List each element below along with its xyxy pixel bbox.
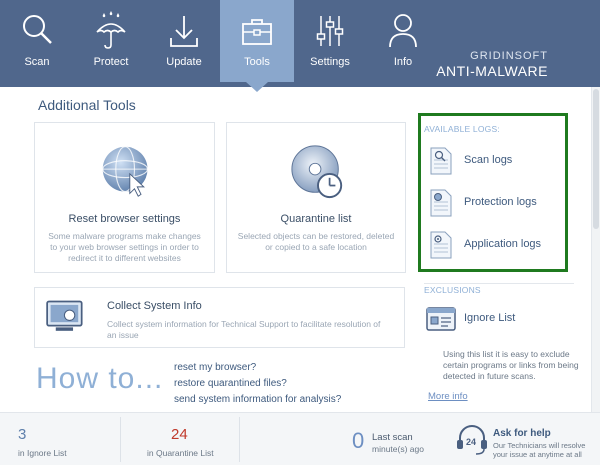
ignore-list-stat[interactable]: 3 in Ignore List	[0, 413, 120, 465]
ignore-list-label: Ignore List	[464, 312, 516, 324]
last-scan-title: Last scan	[372, 432, 413, 443]
quarantine-list-title: Quarantine list	[280, 213, 352, 225]
ask-for-help-desc: Our Technicians will resolve your issue …	[493, 441, 586, 459]
collect-system-info-card[interactable]: Collect System Info Collect system infor…	[34, 287, 405, 348]
monitor-icon	[46, 300, 83, 331]
application-logs-link[interactable]: Application logs	[430, 231, 560, 259]
last-scan-sub: minute(s) ago	[372, 444, 424, 454]
search-icon	[23, 15, 52, 44]
ask-for-help[interactable]: 24 Ask for help Our Technicians will res…	[455, 413, 595, 465]
nav-protect-label: Protect	[93, 56, 129, 68]
more-info-link[interactable]: More info	[428, 391, 468, 402]
quarantine-list-card[interactable]: Quarantine list Selected objects can be …	[226, 122, 406, 273]
brand-line-1: GRIDINSOFT	[470, 50, 548, 62]
exclusions-description: Using this list it is easy to exclude ce…	[443, 349, 579, 381]
ignore-list-icon	[426, 307, 456, 331]
nav-scan[interactable]: Scan	[0, 0, 74, 87]
log-document-icon	[430, 147, 452, 175]
nav-info-label: Info	[393, 56, 413, 68]
exclusions-heading: EXCLUSIONS	[424, 285, 481, 295]
nav-settings[interactable]: Settings	[293, 0, 367, 87]
nav-scan-label: Scan	[24, 56, 50, 68]
collect-system-info-title: Collect System Info	[107, 300, 202, 312]
scan-logs-link[interactable]: Scan logs	[430, 147, 560, 175]
quarantine-count: 24	[171, 426, 188, 443]
application-logs-label: Application logs	[464, 238, 542, 250]
reset-browser-title: Reset browser settings	[68, 213, 181, 225]
panel-divider	[424, 283, 574, 284]
ignore-list-count: 3	[18, 426, 27, 443]
log-document-icon	[430, 231, 452, 259]
nav-update-label: Update	[166, 56, 202, 68]
toolbox-icon	[242, 19, 272, 45]
howto-link-send-system-info[interactable]: send system information for analysis?	[174, 394, 341, 405]
quarantine-stat-label: in Quarantine List	[147, 448, 214, 458]
protection-logs-label: Protection logs	[464, 196, 537, 208]
nav-tools[interactable]: Tools	[220, 0, 294, 82]
ask-for-help-title: Ask for help	[493, 428, 551, 439]
protection-logs-link[interactable]: Protection logs	[430, 189, 560, 217]
quarantine-list-desc: Selected objects can be restored, delete…	[237, 231, 395, 252]
collect-system-info-desc: Collect system information for Technical…	[107, 319, 381, 340]
last-scan-stat: 0 Last scan minute(s) ago	[240, 413, 450, 465]
brand-line-2: ANTI-MALWARE	[436, 63, 548, 79]
support-24-badge: 24	[466, 437, 477, 447]
scrollbar-thumb[interactable]	[593, 89, 599, 229]
ignore-list-stat-label: in Ignore List	[18, 448, 67, 458]
ignore-list-link[interactable]: Ignore List	[426, 305, 566, 333]
nav-protect[interactable]: Protect	[74, 0, 148, 87]
sliders-icon	[316, 16, 344, 46]
brand-logo: GRIDINSOFT ANTI-MALWARE	[436, 50, 548, 79]
log-document-icon	[430, 189, 452, 217]
howto-link-reset-browser[interactable]: reset my browser?	[174, 362, 256, 373]
active-tab-pointer	[246, 82, 268, 92]
reset-browser-card[interactable]: Reset browser settings Some malware prog…	[34, 122, 215, 273]
status-footer: 3 in Ignore List 24 in Quarantine List 0…	[0, 412, 600, 465]
page-title: Additional Tools	[38, 97, 136, 113]
download-icon	[170, 16, 198, 47]
user-icon	[389, 14, 417, 48]
howto-link-restore-quarantined[interactable]: restore quarantined files?	[174, 378, 287, 389]
available-logs-heading: AVAILABLE LOGS:	[424, 124, 500, 134]
scan-logs-label: Scan logs	[464, 154, 513, 166]
quarantine-stat[interactable]: 24 in Quarantine List	[121, 413, 239, 465]
nav-update[interactable]: Update	[147, 0, 221, 87]
quarantine-disc-icon	[291, 145, 343, 199]
last-scan-value: 0	[352, 428, 365, 453]
nav-info[interactable]: Info	[366, 0, 440, 87]
globe-icon	[102, 146, 149, 197]
umbrella-icon	[96, 11, 126, 49]
nav-tools-label: Tools	[244, 56, 270, 68]
scrollbar[interactable]	[591, 87, 600, 412]
howto-heading: How to...	[36, 362, 164, 395]
nav-settings-label: Settings	[310, 56, 350, 68]
top-navigation: Scan Protect Update Tools Settings Info …	[0, 0, 600, 87]
reset-browser-desc: Some malware programs make changes to yo…	[48, 231, 201, 263]
